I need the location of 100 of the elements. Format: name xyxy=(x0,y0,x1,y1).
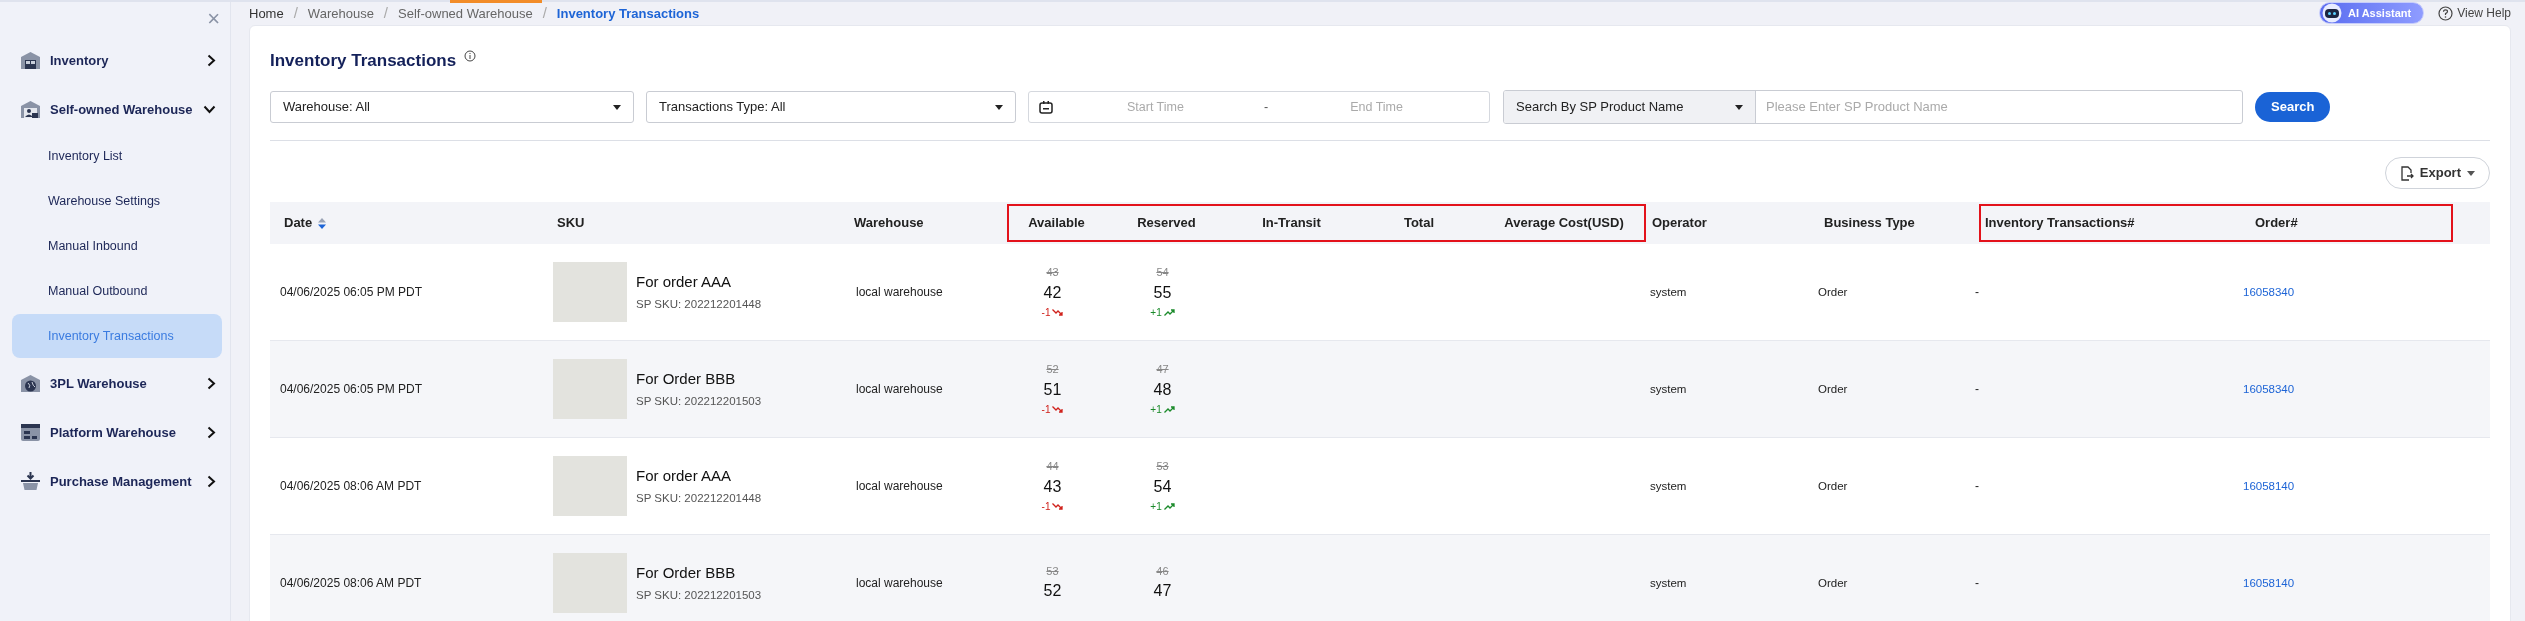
help-icon xyxy=(2438,5,2454,21)
table-cell: - xyxy=(1975,382,1979,396)
date-range-field[interactable]: Start Time - End Time xyxy=(1028,91,1490,123)
caret-down-icon xyxy=(2467,170,2475,176)
table-cell: 04/06/2025 06:05 PM PDT xyxy=(280,382,423,396)
column-header: Warehouse xyxy=(853,214,925,233)
chevron-right-icon xyxy=(207,426,216,439)
export-icon xyxy=(2399,165,2414,181)
trend-up-icon xyxy=(1163,405,1175,413)
quantity-change: +1 xyxy=(1150,498,1175,514)
table-cell: system xyxy=(1650,576,1687,589)
quantity: 43 xyxy=(1043,476,1062,497)
table-cell: - xyxy=(1975,285,1979,299)
table-cell: Order xyxy=(1818,479,1848,492)
trend-down-icon xyxy=(1052,405,1064,413)
trend-up-icon xyxy=(1163,308,1175,316)
order-link[interactable]: 16058340 xyxy=(2243,285,2295,298)
previous-quantity: 47 xyxy=(1156,362,1169,378)
column-header: Inventory Transactions# xyxy=(1984,214,2136,233)
product-name: For Order BBB xyxy=(636,368,737,389)
quantity: 42 xyxy=(1043,282,1062,303)
sidebar-subitem[interactable]: Warehouse Settings xyxy=(12,179,222,223)
search-button[interactable]: Search xyxy=(2255,92,2331,122)
breadcrumb-separator: / xyxy=(293,3,298,23)
sku-code: SP SKU: 202212201503 xyxy=(636,588,762,604)
sidebar-item[interactable]: 3PL Warehouse xyxy=(0,359,230,408)
quantity: 48 xyxy=(1153,379,1172,400)
order-link[interactable]: 16058340 xyxy=(2243,382,2295,395)
robot-icon xyxy=(2322,3,2342,24)
previous-quantity: 53 xyxy=(1156,459,1169,475)
table-cell: 04/06/2025 08:06 AM PDT xyxy=(280,479,422,493)
table-cell: Order xyxy=(1818,285,1848,298)
breadcrumb-separator: / xyxy=(383,3,389,23)
breadcrumb-link[interactable]: Self-owned Warehouse xyxy=(398,3,533,23)
view-help-link[interactable]: View Help xyxy=(2438,4,2511,23)
product-name: For order AAA xyxy=(636,271,733,292)
window-layout-icon xyxy=(20,423,41,442)
sidebar-item[interactable]: Platform Warehouse xyxy=(0,408,230,457)
breadcrumb-link[interactable]: Home xyxy=(249,3,284,23)
column-header: Total xyxy=(1402,214,1436,233)
quantity: 52 xyxy=(1043,581,1062,602)
trend-down-icon xyxy=(1052,308,1064,316)
trend-down-icon xyxy=(1052,502,1064,510)
quantity: 55 xyxy=(1153,282,1172,303)
globe-warehouse-icon xyxy=(20,374,41,393)
warehouse-person-icon xyxy=(20,100,41,119)
previous-quantity: 53 xyxy=(1046,563,1059,579)
dropdown[interactable]: Transactions Type: All xyxy=(646,91,1016,123)
warehouse-icon xyxy=(20,51,41,70)
column-header: Business Type xyxy=(1823,214,1916,233)
previous-quantity: 44 xyxy=(1046,459,1059,475)
info-icon[interactable] xyxy=(464,50,477,63)
quantity: 47 xyxy=(1153,581,1172,602)
order-link[interactable]: 16058140 xyxy=(2243,479,2295,492)
sku-code: SP SKU: 202212201448 xyxy=(636,491,762,507)
table-cell: - xyxy=(1975,479,1979,493)
column-header: Operator xyxy=(1651,214,1708,233)
sku-code: SP SKU: 202212201503 xyxy=(636,394,762,410)
sku-code: SP SKU: 202212201448 xyxy=(636,297,762,313)
table-cell: system xyxy=(1650,382,1687,395)
calendar-icon xyxy=(1039,100,1053,114)
column-header: Order# xyxy=(2254,214,2299,233)
quantity-change: +1 xyxy=(1150,304,1175,320)
table-cell: local warehouse xyxy=(856,285,943,299)
ai-assistant-button[interactable]: AI Assistant xyxy=(2319,2,2425,25)
table-cell: - xyxy=(1975,576,1979,590)
page-title: Inventory Transactions xyxy=(270,49,457,72)
table-cell: Order xyxy=(1818,576,1848,589)
order-link[interactable]: 16058140 xyxy=(2243,576,2295,589)
caret-down-icon xyxy=(613,104,621,110)
dropdown[interactable]: Search By SP Product Name xyxy=(1504,91,1756,123)
table-cell: system xyxy=(1650,479,1687,492)
table-cell: Order xyxy=(1818,382,1848,395)
dropdown[interactable]: Warehouse: All xyxy=(270,91,634,123)
chevron-right-icon xyxy=(207,475,216,488)
trend-up-icon xyxy=(1163,502,1175,510)
sidebar-subitem[interactable]: Inventory List xyxy=(12,134,222,178)
table-cell: system xyxy=(1650,285,1687,298)
table-cell: local warehouse xyxy=(856,382,943,396)
column-header: In-Transit xyxy=(1261,214,1322,233)
sidebar-subitem[interactable]: Manual Inbound xyxy=(12,224,222,268)
table-cell: local warehouse xyxy=(856,576,943,590)
column-header: Available xyxy=(1027,214,1086,233)
sidebar-item[interactable]: Inventory xyxy=(0,36,230,85)
breadcrumb-link[interactable]: Warehouse xyxy=(307,3,374,23)
breadcrumb-current[interactable]: Inventory Transactions xyxy=(556,3,700,23)
sidebar-subitem[interactable]: Manual Outbound xyxy=(12,269,222,313)
quantity: 54 xyxy=(1153,476,1172,497)
sort-icon[interactable] xyxy=(318,217,327,229)
table-cell: local warehouse xyxy=(856,479,943,493)
chevron-right-icon xyxy=(207,54,216,67)
basket-icon xyxy=(20,472,41,491)
search-field[interactable]: Search By SP Product Name Please Enter SP Product Name xyxy=(1503,90,2243,124)
quantity-change: -1 xyxy=(1041,498,1064,514)
sidebar-item[interactable]: Self-owned Warehouse xyxy=(0,85,230,134)
previous-quantity: 43 xyxy=(1046,265,1059,281)
column-header[interactable]: Date xyxy=(280,213,553,233)
caret-down-icon xyxy=(995,104,1003,110)
previous-quantity: 54 xyxy=(1156,265,1169,281)
sidebar-item[interactable]: Purchase Management xyxy=(0,457,230,506)
